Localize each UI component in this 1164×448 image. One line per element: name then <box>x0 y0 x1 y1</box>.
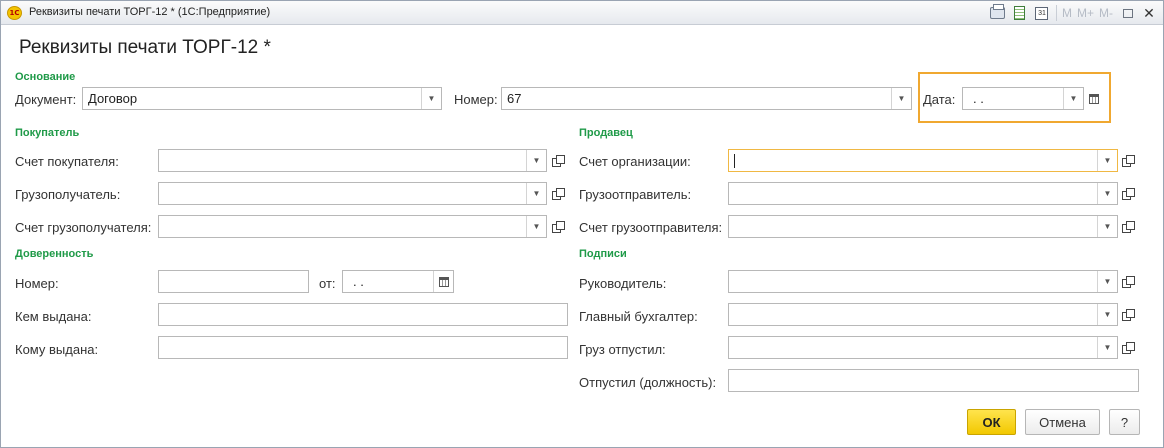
open-icon <box>552 220 565 233</box>
shipper-account-dropdown-icon[interactable]: ▼ <box>1097 216 1117 237</box>
document-value: Договор <box>88 91 138 106</box>
released-open-button[interactable] <box>1118 336 1138 359</box>
calendar-icon <box>438 276 449 287</box>
shipper-field[interactable]: ▼ <box>728 182 1118 205</box>
consignee-label: Грузополучатель: <box>15 187 121 202</box>
released-position-label: Отпустил (должность): <box>579 375 717 390</box>
cancel-button[interactable]: Отмена <box>1025 409 1100 435</box>
open-icon <box>1122 275 1135 288</box>
proxy-date-field[interactable]: . . <box>342 270 454 293</box>
title-bar-tools: 31 M M+ M- ✕ <box>984 4 1157 22</box>
consignee-account-field[interactable]: ▼ <box>158 215 547 238</box>
shipper-dropdown-icon[interactable]: ▼ <box>1097 183 1117 204</box>
shipper-label: Грузоотправитель: <box>579 187 692 202</box>
memory-store-button[interactable]: M <box>1062 5 1072 21</box>
ok-button[interactable]: ОК <box>967 409 1016 435</box>
calculator-icon[interactable] <box>1012 5 1028 21</box>
issued-to-field[interactable] <box>158 336 568 359</box>
section-basis: Основание <box>15 71 76 83</box>
shipper-account-label: Счет грузоотправителя: <box>579 220 723 235</box>
number-field[interactable]: 67 ▼ <box>501 87 912 110</box>
open-icon <box>1122 341 1135 354</box>
buyer-account-open-button[interactable] <box>548 149 568 172</box>
head-label: Руководитель: <box>579 276 667 291</box>
consignee-open-button[interactable] <box>548 182 568 205</box>
date-dropdown-icon[interactable]: ▼ <box>1063 88 1083 109</box>
date-calendar-button[interactable] <box>1084 87 1104 110</box>
head-field[interactable]: ▼ <box>728 270 1118 293</box>
org-account-dropdown-icon[interactable]: ▼ <box>1097 150 1117 171</box>
consignee-account-dropdown-icon[interactable]: ▼ <box>526 216 546 237</box>
app-logo-icon[interactable]: 1С <box>7 6 22 20</box>
open-icon <box>1122 308 1135 321</box>
org-account-field[interactable]: ▼ <box>728 149 1118 172</box>
section-proxy: Доверенность <box>15 248 94 260</box>
accountant-field[interactable]: ▼ <box>728 303 1118 326</box>
proxy-from-label: от: <box>319 276 336 291</box>
number-label: Номер: <box>454 92 498 107</box>
org-account-label: Счет организации: <box>579 154 691 169</box>
proxy-date-value: . . <box>353 274 364 289</box>
issued-by-label: Кем выдана: <box>15 309 92 324</box>
date-field[interactable]: . . ▼ <box>962 87 1084 110</box>
date-value: . . <box>973 91 984 106</box>
head-dropdown-icon[interactable]: ▼ <box>1097 271 1117 292</box>
accountant-dropdown-icon[interactable]: ▼ <box>1097 304 1117 325</box>
document-field[interactable]: Договор ▼ <box>82 87 442 110</box>
consignee-dropdown-icon[interactable]: ▼ <box>526 183 546 204</box>
dialog-window: 1С Реквизиты печати ТОРГ-12 * (1С:Предпр… <box>0 0 1164 448</box>
shipper-account-field[interactable]: ▼ <box>728 215 1118 238</box>
text-cursor <box>734 154 735 168</box>
proxy-date-calendar-button[interactable] <box>433 271 453 292</box>
released-position-field[interactable] <box>728 369 1139 392</box>
number-dropdown-icon[interactable]: ▼ <box>891 88 911 109</box>
consignee-account-open-button[interactable] <box>548 215 568 238</box>
title-bar: 1С Реквизиты печати ТОРГ-12 * (1С:Предпр… <box>1 1 1163 25</box>
org-account-open-button[interactable] <box>1118 149 1138 172</box>
open-icon <box>1122 154 1135 167</box>
open-icon <box>1122 220 1135 233</box>
accountant-label: Главный бухгалтер: <box>579 309 698 324</box>
calendar-icon[interactable]: 31 <box>1034 5 1050 21</box>
memory-add-button[interactable]: M+ <box>1077 5 1094 21</box>
date-label: Дата: <box>923 92 956 107</box>
buyer-account-label: Счет покупателя: <box>15 154 119 169</box>
document-dropdown-icon[interactable]: ▼ <box>421 88 441 109</box>
open-icon <box>552 154 565 167</box>
released-field[interactable]: ▼ <box>728 336 1118 359</box>
shipper-open-button[interactable] <box>1118 182 1138 205</box>
form-title: Реквизиты печати ТОРГ-12 * <box>19 37 271 58</box>
consignee-field[interactable]: ▼ <box>158 182 547 205</box>
accountant-open-button[interactable] <box>1118 303 1138 326</box>
issued-to-label: Кому выдана: <box>15 342 99 357</box>
proxy-number-label: Номер: <box>15 276 59 291</box>
number-value: 67 <box>507 91 522 106</box>
buyer-account-field[interactable]: ▼ <box>158 149 547 172</box>
section-buyer: Покупатель <box>15 127 80 139</box>
calendar-icon <box>1089 93 1099 104</box>
window-title: Реквизиты печати ТОРГ-12 * (1С:Предприят… <box>29 6 271 18</box>
maximize-icon[interactable] <box>1123 8 1133 18</box>
consignee-account-label: Счет грузополучателя: <box>15 220 152 235</box>
memory-subtract-button[interactable]: M- <box>1099 5 1113 21</box>
section-seller: Продавец <box>579 127 633 139</box>
released-dropdown-icon[interactable]: ▼ <box>1097 337 1117 358</box>
help-button[interactable]: ? <box>1109 409 1140 435</box>
print-icon[interactable] <box>990 4 1006 21</box>
open-icon <box>1122 187 1135 200</box>
issued-by-field[interactable] <box>158 303 568 326</box>
proxy-number-field[interactable] <box>158 270 309 293</box>
head-open-button[interactable] <box>1118 270 1138 293</box>
title-bar-divider <box>1055 5 1057 21</box>
section-signatures: Подписи <box>579 248 627 260</box>
released-label: Груз отпустил: <box>579 342 666 357</box>
shipper-account-open-button[interactable] <box>1118 215 1138 238</box>
close-icon[interactable]: ✕ <box>1141 5 1157 21</box>
open-icon <box>552 187 565 200</box>
document-label: Документ: <box>15 92 77 107</box>
buyer-account-dropdown-icon[interactable]: ▼ <box>526 150 546 171</box>
